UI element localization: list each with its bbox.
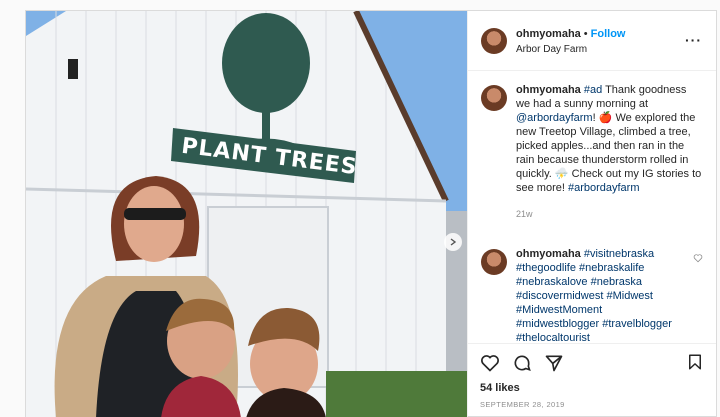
hashtag-link[interactable]: #arbordayfarm: [568, 182, 640, 194]
avatar[interactable]: [481, 85, 507, 111]
comment-item: ohmyomaha #visitnebraska #thegoodlife #n…: [481, 247, 703, 343]
heart-icon[interactable]: [480, 353, 500, 373]
heart-icon[interactable]: [693, 253, 703, 263]
share-icon[interactable]: [544, 353, 564, 373]
mention-link[interactable]: @arbordayfarm: [516, 112, 593, 124]
chevron-right-icon: [450, 238, 457, 246]
header-username[interactable]: ohmyomaha: [516, 28, 581, 40]
more-icon[interactable]: ···: [685, 32, 702, 48]
caption-username[interactable]: ohmyomaha: [516, 84, 581, 96]
post-photo[interactable]: PLANT TREES: [26, 11, 467, 417]
comment-icon[interactable]: [512, 353, 532, 373]
post-header: ohmyomaha • Follow Arbor Day Farm ···: [468, 11, 716, 71]
hashtag-list[interactable]: #thegoodlife #nebraskalife #nebraskalove…: [516, 262, 672, 343]
post-date: SEPTEMBER 28, 2019: [480, 400, 565, 409]
separator-dot: •: [583, 27, 588, 40]
location-link[interactable]: Arbor Day Farm: [516, 42, 625, 57]
avatar[interactable]: [481, 249, 507, 275]
likes-count[interactable]: 54 likes: [480, 382, 704, 394]
comments-list[interactable]: ohmyomaha #ad Thank goodness we had a su…: [468, 71, 716, 343]
post-time[interactable]: 21w: [516, 207, 703, 221]
follow-button[interactable]: Follow: [591, 28, 626, 40]
next-photo-button[interactable]: [444, 233, 462, 251]
avatar[interactable]: [481, 27, 507, 54]
comment-username[interactable]: ohmyomaha: [516, 248, 581, 260]
hashtag-link[interactable]: #visitnebraska: [584, 248, 654, 260]
hashtag-link[interactable]: #ad: [584, 84, 602, 96]
bookmark-icon[interactable]: [686, 352, 704, 372]
post-actions: 54 likes SEPTEMBER 28, 2019: [468, 343, 716, 417]
post-details-panel: ohmyomaha • Follow Arbor Day Farm ··· ohmy…: [467, 11, 716, 417]
instagram-post: PLANT TREES ohmyomaha • Follow Arbor Day…: [25, 10, 717, 417]
photo-scene: PLANT TREES: [26, 11, 467, 417]
caption: ohmyomaha #ad Thank goodness we had a su…: [481, 83, 703, 221]
